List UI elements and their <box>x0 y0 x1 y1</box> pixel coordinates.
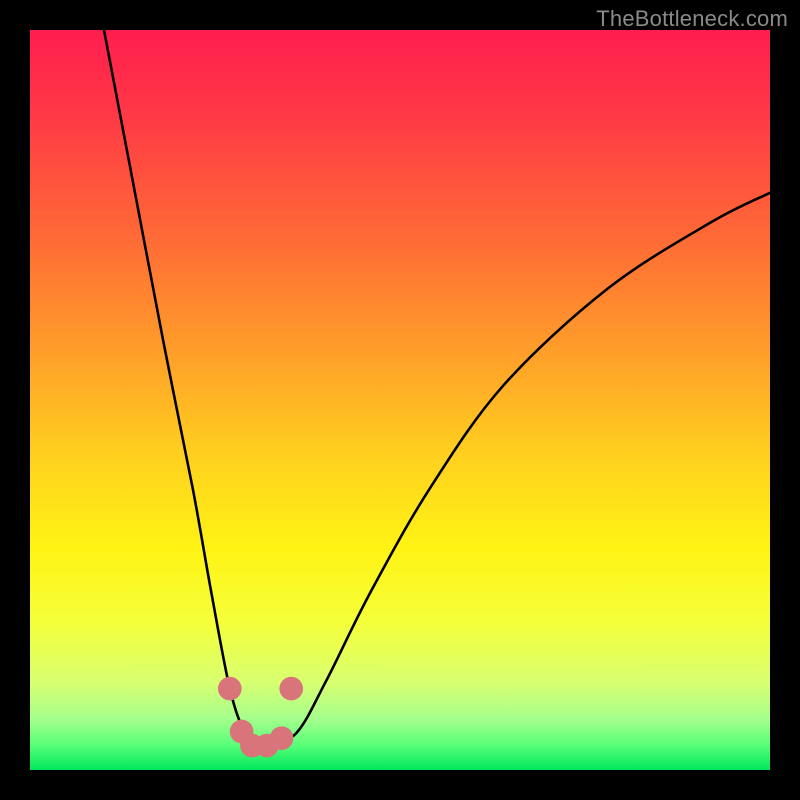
marker-f <box>279 677 303 701</box>
plot-area <box>30 30 770 770</box>
watermark-text: TheBottleneck.com <box>596 6 788 32</box>
curve-layer <box>30 30 770 770</box>
bottleneck-curve <box>104 30 770 748</box>
marker-a <box>218 677 242 701</box>
outer-frame: TheBottleneck.com <box>0 0 800 800</box>
marker-e <box>270 726 294 750</box>
marker-group <box>218 677 303 758</box>
